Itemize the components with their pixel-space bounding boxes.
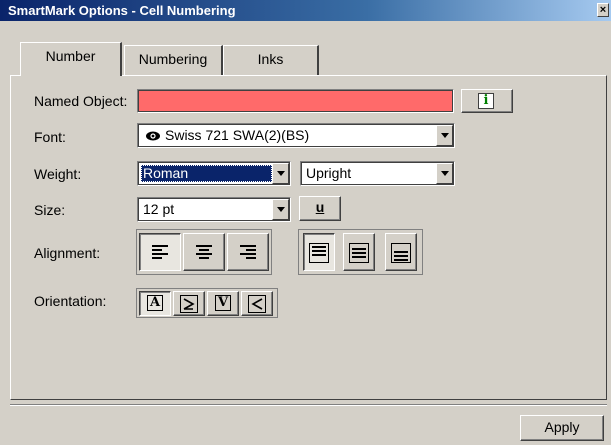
size-label: Size: <box>34 202 66 218</box>
style-value: Upright <box>306 165 352 181</box>
horizontal-alignment-group <box>136 229 272 275</box>
valign-top-icon <box>309 243 329 263</box>
orientation-rotate-right-button[interactable] <box>173 291 205 316</box>
window-frame-left <box>0 21 8 445</box>
tab-number[interactable]: Number <box>20 42 122 76</box>
window-titlebar: SmartMark Options - Cell Numbering × <box>0 0 611 21</box>
named-object-info-button[interactable]: i <box>461 89 513 113</box>
font-dropdown-arrow[interactable] <box>436 125 453 146</box>
font-select[interactable]: Swiss 721 SWA(2)(BS) <box>137 123 455 148</box>
footer-separator <box>10 404 607 406</box>
tab-numbering[interactable]: Numbering <box>124 45 223 75</box>
size-select[interactable]: 12 pt <box>137 197 291 222</box>
underline-button[interactable]: u <box>299 196 341 221</box>
eye-icon <box>145 130 161 142</box>
valign-middle-icon <box>349 243 369 263</box>
size-dropdown-arrow[interactable] <box>272 199 289 220</box>
named-object-label: Named Object: <box>34 93 128 109</box>
weight-dropdown-arrow[interactable] <box>272 163 289 184</box>
window-title: SmartMark Options - Cell Numbering <box>8 3 236 18</box>
orientation-rotate-left-button[interactable] <box>241 291 273 316</box>
tab-inks[interactable]: Inks <box>223 45 319 75</box>
valign-top-button[interactable] <box>303 233 335 271</box>
align-left-button[interactable] <box>139 233 181 271</box>
style-dropdown-arrow[interactable] <box>436 163 453 184</box>
font-value: Swiss 721 SWA(2)(BS) <box>165 127 310 143</box>
apply-button[interactable]: Apply <box>520 415 604 441</box>
text-a-icon: A <box>147 295 163 311</box>
align-left-icon <box>152 245 168 259</box>
weight-label: Weight: <box>34 166 82 182</box>
weight-value: Roman <box>143 165 189 181</box>
orientation-group: A V <box>136 288 278 318</box>
weight-select[interactable]: Roman <box>137 161 291 186</box>
rotate-right-icon <box>180 295 198 313</box>
valign-bottom-icon <box>391 243 411 263</box>
named-object-input[interactable] <box>137 89 454 113</box>
size-value: 12 pt <box>143 201 175 217</box>
rotate-left-icon <box>248 295 266 313</box>
close-icon[interactable]: × <box>597 3 609 17</box>
vertical-alignment-group <box>298 229 423 275</box>
valign-middle-button[interactable] <box>343 233 375 271</box>
alignment-label: Alignment: <box>34 245 101 261</box>
orientation-inverted-button[interactable]: V <box>207 291 239 316</box>
align-right-button[interactable] <box>227 233 269 271</box>
orientation-label: Orientation: <box>34 293 107 309</box>
align-right-icon <box>240 245 256 259</box>
info-icon: i <box>478 93 494 109</box>
valign-bottom-button[interactable] <box>385 233 417 271</box>
align-center-button[interactable] <box>183 233 225 271</box>
orientation-normal-button[interactable]: A <box>139 291 171 316</box>
text-v-icon: V <box>215 295 231 311</box>
align-center-icon <box>196 245 212 259</box>
style-select[interactable]: Upright <box>300 161 455 186</box>
font-label: Font: <box>34 129 66 145</box>
